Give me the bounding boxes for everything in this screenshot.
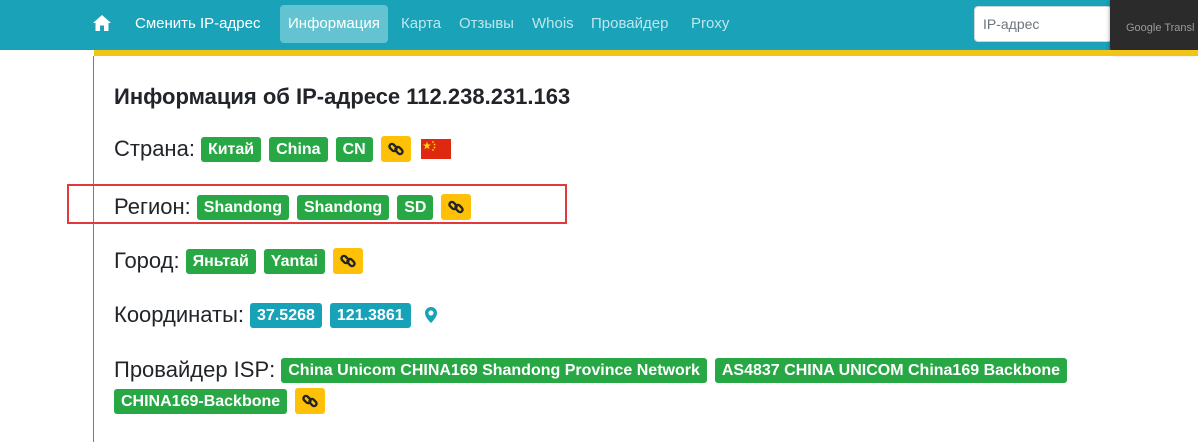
isp-badge-backbone[interactable]: CHINA169-Backbone — [114, 388, 288, 414]
content-left-border — [93, 56, 94, 442]
country-badge-code[interactable]: CN — [335, 136, 373, 162]
isp-badge-asn[interactable]: AS4837 CHINA UNICOM China169 Backbone — [714, 357, 1068, 383]
country-row: Страна: Китай China CN — [114, 136, 451, 162]
isp-label: Провайдер ISP: — [114, 357, 276, 382]
city-link-button[interactable] — [332, 248, 363, 274]
nav-tab-provider[interactable]: Провайдер — [591, 5, 668, 43]
google-translate-label: Google Transl — [1126, 22, 1195, 34]
nav-tab-proxy[interactable]: Proxy — [691, 5, 729, 43]
region-highlight-box — [67, 184, 567, 224]
nav-tab-whois[interactable]: Whois — [532, 5, 574, 43]
chain-link-icon — [340, 254, 356, 268]
isp-row-continued: CHINA169-Backbone — [114, 388, 333, 414]
page-title: Информация об IP-адресе 112.238.231.163 — [114, 84, 571, 109]
chain-link-icon — [387, 142, 404, 156]
city-label: Город: — [114, 248, 180, 273]
nav-tab-map[interactable]: Карта — [401, 5, 441, 43]
nav-tab-info[interactable]: Информация — [280, 5, 388, 43]
coordinates-row: Координаты: 37.5268 121.3861 — [114, 302, 437, 328]
china-flag-icon — [420, 139, 451, 159]
country-badge-en[interactable]: China — [269, 136, 328, 162]
nav-tab-reviews[interactable]: Отзывы — [459, 5, 514, 43]
top-navbar: Сменить IP-адрес Информация Карта Отзывы… — [0, 0, 1198, 52]
home-icon[interactable] — [92, 14, 112, 32]
country-badge-ru[interactable]: Китай — [200, 136, 262, 162]
accent-divider — [94, 50, 1198, 56]
city-row: Город: Яньтай Yantai — [114, 248, 371, 274]
map-pin-icon[interactable] — [424, 307, 437, 323]
country-label: Страна: — [114, 136, 195, 161]
google-translate-widget[interactable]: Google Transl — [1110, 0, 1198, 52]
country-link-button[interactable] — [380, 136, 411, 162]
city-badge-ru[interactable]: Яньтай — [185, 248, 256, 274]
longitude-badge[interactable]: 121.3861 — [329, 302, 411, 328]
isp-row: Провайдер ISP: China Unicom CHINA169 Sha… — [114, 357, 1075, 383]
coordinates-label: Координаты: — [114, 302, 245, 327]
latitude-badge[interactable]: 37.5268 — [250, 302, 322, 328]
isp-link-button[interactable] — [295, 388, 326, 414]
city-badge-en[interactable]: Yantai — [263, 248, 325, 274]
chain-link-icon — [302, 394, 318, 408]
nav-change-ip[interactable]: Сменить IP-адрес — [135, 5, 260, 43]
ip-search-input[interactable] — [974, 6, 1112, 42]
isp-badge-name[interactable]: China Unicom CHINA169 Shandong Province … — [281, 357, 707, 383]
